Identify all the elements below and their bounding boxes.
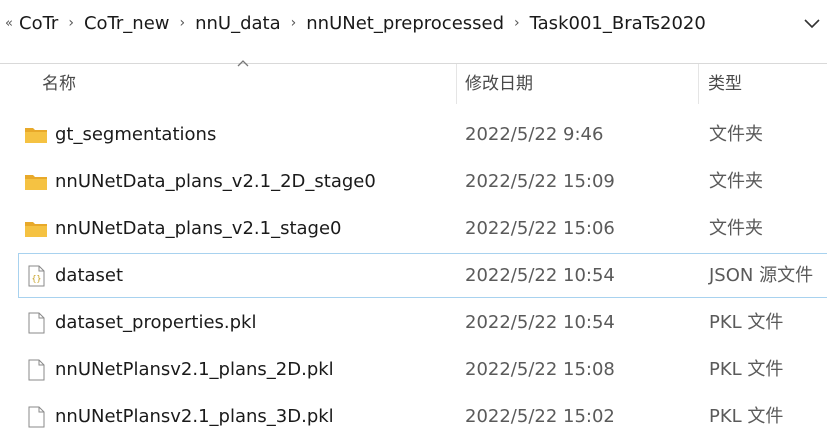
breadcrumb-separator-icon[interactable]: › [505,15,529,31]
list-item[interactable]: dataset_properties.pkl 2022/5/22 10:54 P… [18,300,827,345]
file-date: 2022/5/22 15:06 [465,218,615,239]
column-separator[interactable] [456,64,457,104]
sort-ascending-icon [237,60,249,67]
list-item[interactable]: gt_segmentations 2022/5/22 9:46 文件夹 [18,112,827,157]
list-item[interactable]: nnUNetData_plans_v2.1_2D_stage0 2022/5/2… [18,159,827,204]
folder-icon [25,222,47,237]
file-name: nnUNetPlansv2.1_plans_3D.pkl [55,406,334,427]
file-date: 2022/5/22 15:08 [465,359,615,380]
file-date: 2022/5/22 15:02 [465,406,615,427]
file-explorer: « CoTr › CoTr_new › nnU_data › nnUNet_pr… [0,0,827,442]
column-header-type[interactable]: 类型 [708,64,742,104]
file-type: PKL 文件 [709,359,784,380]
list-item[interactable]: nnUNetPlansv2.1_plans_3D.pkl 2022/5/22 1… [18,394,827,439]
svg-text:{}: {} [32,274,42,283]
column-header-name[interactable]: 名称 [42,64,76,104]
breadcrumb-item-nnu-data[interactable]: nnU_data [194,13,282,34]
file-type: PKL 文件 [709,406,784,427]
breadcrumb-separator-icon[interactable]: › [59,15,83,31]
file-name: gt_segmentations [55,124,217,145]
chevron-down-icon[interactable] [801,12,823,34]
file-date: 2022/5/22 10:54 [465,265,615,286]
file-icon [28,312,45,334]
breadcrumb: « CoTr › CoTr_new › nnU_data › nnUNet_pr… [0,0,827,46]
file-type: JSON 源文件 [709,265,814,286]
breadcrumb-item-nnunet-preprocessed[interactable]: nnUNet_preprocessed [305,13,505,34]
list-item[interactable]: nnUNetData_plans_v2.1_stage0 2022/5/22 1… [18,206,827,251]
file-icon [28,359,45,381]
file-name: nnUNetPlansv2.1_plans_2D.pkl [55,359,334,380]
breadcrumb-item-cotr[interactable]: CoTr [18,13,59,34]
file-name: nnUNetData_plans_v2.1_stage0 [55,218,342,239]
file-type: 文件夹 [709,171,763,192]
breadcrumb-separator-icon[interactable]: › [171,15,195,31]
file-name: dataset_properties.pkl [55,312,257,333]
file-date: 2022/5/22 9:46 [465,124,604,145]
breadcrumb-separator-icon[interactable]: › [282,15,306,31]
file-name: nnUNetData_plans_v2.1_2D_stage0 [55,171,376,192]
file-type: PKL 文件 [709,312,784,333]
folder-icon [25,175,47,190]
column-header-date[interactable]: 修改日期 [465,64,533,104]
file-type: 文件夹 [709,218,763,239]
folder-icon [25,128,47,143]
list-item[interactable]: {} dataset 2022/5/22 10:54 JSON 源文件 [18,253,827,298]
file-date: 2022/5/22 10:54 [465,312,615,333]
file-name: dataset [55,265,124,286]
breadcrumb-item-task001[interactable]: Task001_BraTs2020 [529,13,707,34]
file-type: 文件夹 [709,124,763,145]
column-separator[interactable] [698,64,699,104]
file-icon [28,406,45,428]
file-date: 2022/5/22 15:09 [465,171,615,192]
json-file-icon: {} [28,265,45,287]
list-item[interactable]: nnUNetPlansv2.1_plans_2D.pkl 2022/5/22 1… [18,347,827,392]
breadcrumb-overflow-icon[interactable]: « [0,16,18,31]
breadcrumb-item-cotr-new[interactable]: CoTr_new [83,13,171,34]
column-header-row: 名称 修改日期 类型 [0,60,827,104]
